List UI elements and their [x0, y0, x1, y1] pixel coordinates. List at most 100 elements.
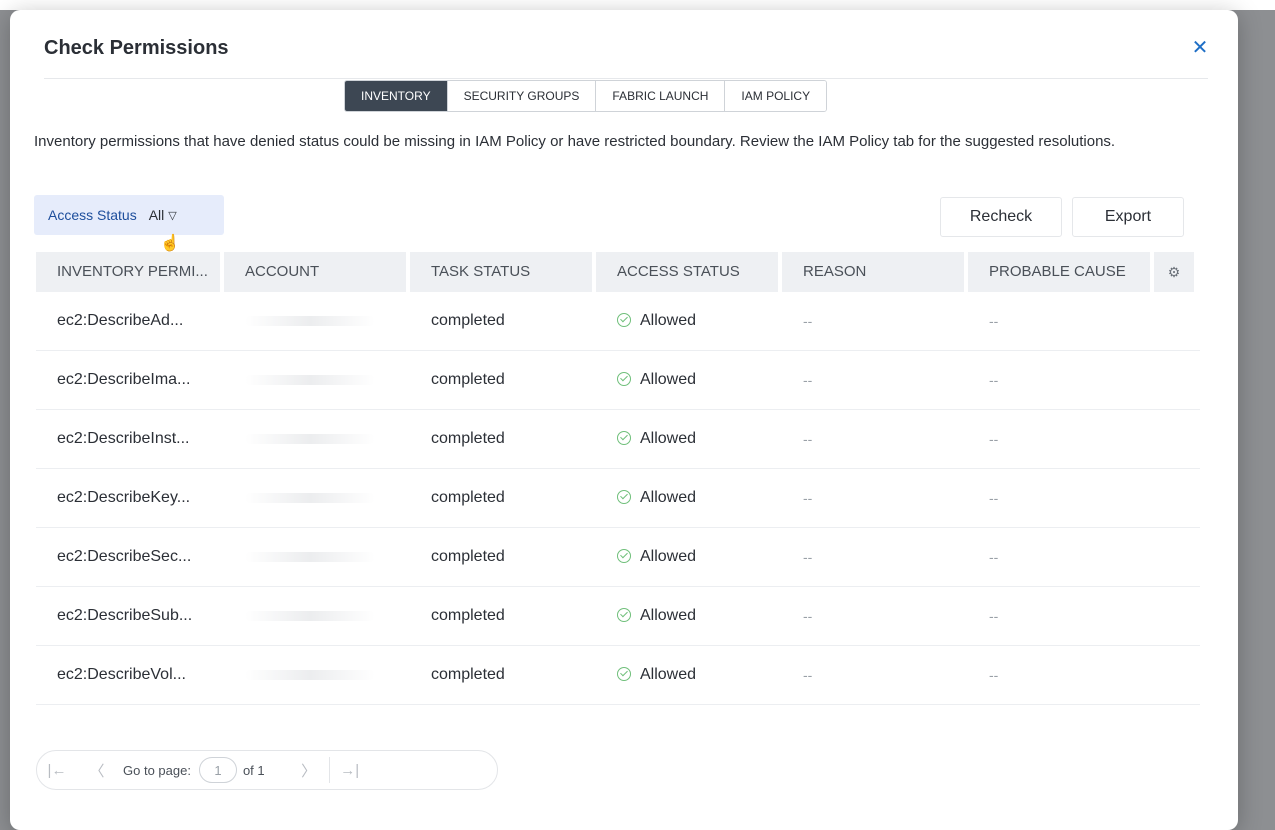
- access-status-text: Allowed: [640, 489, 697, 506]
- reason-cell: --: [803, 549, 813, 565]
- table-row[interactable]: ec2:DescribeSub... completed Allowed -- --: [36, 587, 1200, 646]
- probable-cause-cell: --: [989, 431, 999, 447]
- account-cell: [224, 587, 406, 645]
- redacted-account: [245, 433, 375, 444]
- probable-cause-cell: --: [989, 372, 999, 388]
- reason-cell: --: [803, 431, 813, 447]
- tab-inventory[interactable]: INVENTORY: [345, 81, 448, 111]
- tab-security-groups[interactable]: SECURITY GROUPS: [447, 81, 597, 111]
- redacted-account: [245, 492, 375, 503]
- access-status-text: Allowed: [640, 548, 697, 565]
- prev-page-icon[interactable]: 〈: [77, 760, 117, 781]
- inventory-description: Inventory permissions that have denied s…: [34, 133, 1116, 150]
- page-count: of 1: [242, 762, 265, 778]
- account-cell: [224, 469, 406, 527]
- permission-cell: ec2:DescribeAd...: [57, 312, 184, 329]
- check-circle-icon: [617, 667, 631, 681]
- access-status-cell: Allowed: [596, 351, 778, 409]
- access-status-cell: Allowed: [596, 292, 778, 350]
- access-status-text: Allowed: [640, 430, 697, 447]
- access-status-text: Allowed: [640, 607, 697, 624]
- check-circle-icon: [617, 372, 631, 386]
- task-status-cell: completed: [431, 371, 505, 388]
- modal-title: Check Permissions: [44, 37, 229, 59]
- table-row[interactable]: ec2:DescribeInst... completed Allowed -- --: [36, 410, 1200, 469]
- go-to-page-label: Go to page:: [123, 762, 191, 778]
- table-body: ec2:DescribeAd... completed Allowed -- -- ec2…: [36, 292, 1200, 705]
- first-page-icon[interactable]: |←: [37, 762, 77, 779]
- background-page: [0, 0, 1275, 10]
- caret-down-icon[interactable]: ▽: [168, 209, 176, 222]
- table-row[interactable]: ec2:DescribeKey... completed Allowed -- --: [36, 469, 1200, 528]
- task-status-cell: completed: [431, 489, 505, 506]
- reason-cell: --: [803, 608, 813, 624]
- check-circle-icon: [617, 431, 631, 445]
- permission-cell: ec2:DescribeVol...: [57, 666, 186, 683]
- task-status-cell: completed: [431, 430, 505, 447]
- probable-cause-cell: --: [989, 608, 999, 624]
- permission-cell: ec2:DescribeIma...: [57, 371, 191, 388]
- account-cell: [224, 528, 406, 586]
- access-status-text: Allowed: [640, 666, 697, 683]
- check-circle-icon: [617, 549, 631, 563]
- modal-header: Check Permissions ✕: [44, 34, 1208, 79]
- reason-cell: --: [803, 667, 813, 683]
- task-status-cell: completed: [431, 666, 505, 683]
- check-circle-icon: [617, 313, 631, 327]
- table-row[interactable]: ec2:DescribeSec... completed Allowed -- --: [36, 528, 1200, 587]
- redacted-account: [245, 374, 375, 385]
- probable-cause-cell: --: [989, 667, 999, 683]
- access-status-cell: Allowed: [596, 469, 778, 527]
- reason-cell: --: [803, 313, 813, 329]
- probable-cause-cell: --: [989, 313, 999, 329]
- redacted-account: [245, 551, 375, 562]
- access-status-text: Allowed: [640, 371, 697, 388]
- access-status-cell: Allowed: [596, 646, 778, 704]
- column-probable-cause[interactable]: PROBABLE CAUSE: [968, 252, 1150, 292]
- pagination: |← 〈 Go to page: of 1 〉 →|: [36, 750, 498, 790]
- permission-cell: ec2:DescribeSub...: [57, 607, 193, 624]
- permissions-table: INVENTORY PERMI... ACCOUNT TASK STATUS A…: [36, 252, 1200, 705]
- task-status-cell: completed: [431, 548, 505, 565]
- column-inventory-permission[interactable]: INVENTORY PERMI...: [36, 252, 220, 292]
- access-status-cell: Allowed: [596, 587, 778, 645]
- reason-cell: --: [803, 372, 813, 388]
- table-row[interactable]: ec2:DescribeAd... completed Allowed -- --: [36, 292, 1200, 351]
- column-access-status[interactable]: ACCESS STATUS: [596, 252, 778, 292]
- reason-cell: --: [803, 490, 813, 506]
- access-status-cell: Allowed: [596, 528, 778, 586]
- check-circle-icon: [617, 608, 631, 622]
- redacted-account: [245, 610, 375, 621]
- table-header: INVENTORY PERMI... ACCOUNT TASK STATUS A…: [36, 252, 1200, 292]
- permission-tabs: INVENTORY SECURITY GROUPS FABRIC LAUNCH …: [344, 80, 828, 112]
- page-number-input[interactable]: [198, 757, 237, 783]
- table-row[interactable]: ec2:DescribeVol... completed Allowed -- --: [36, 646, 1200, 705]
- gear-icon[interactable]: ⚙: [1154, 252, 1194, 292]
- permission-cell: ec2:DescribeKey...: [57, 489, 191, 506]
- access-status-filter[interactable]: Access Status All ▽: [34, 195, 224, 235]
- column-reason[interactable]: REASON: [782, 252, 964, 292]
- probable-cause-cell: --: [989, 549, 999, 565]
- export-button[interactable]: Export: [1072, 197, 1184, 237]
- filter-label: Access Status: [48, 207, 137, 223]
- tab-fabric-launch[interactable]: FABRIC LAUNCH: [596, 81, 726, 111]
- permission-cell: ec2:DescribeInst...: [57, 430, 190, 447]
- check-circle-icon: [617, 490, 631, 504]
- account-cell: [224, 351, 406, 409]
- column-task-status[interactable]: TASK STATUS: [410, 252, 592, 292]
- task-status-cell: completed: [431, 607, 505, 624]
- task-status-cell: completed: [431, 312, 505, 329]
- column-account[interactable]: ACCOUNT: [224, 252, 406, 292]
- close-icon[interactable]: ✕: [1188, 36, 1212, 60]
- filter-value[interactable]: All: [149, 207, 165, 223]
- hand-cursor-icon: ☝: [160, 235, 180, 252]
- access-status-text: Allowed: [640, 312, 697, 329]
- account-cell: [224, 410, 406, 468]
- permission-cell: ec2:DescribeSec...: [57, 548, 192, 565]
- table-row[interactable]: ec2:DescribeIma... completed Allowed -- --: [36, 351, 1200, 410]
- last-page-icon[interactable]: →|: [330, 762, 370, 779]
- recheck-button[interactable]: Recheck: [940, 197, 1062, 237]
- tab-iam-policy[interactable]: IAM POLICY: [725, 81, 827, 111]
- account-cell: [224, 646, 406, 704]
- next-page-icon[interactable]: 〉: [289, 760, 329, 781]
